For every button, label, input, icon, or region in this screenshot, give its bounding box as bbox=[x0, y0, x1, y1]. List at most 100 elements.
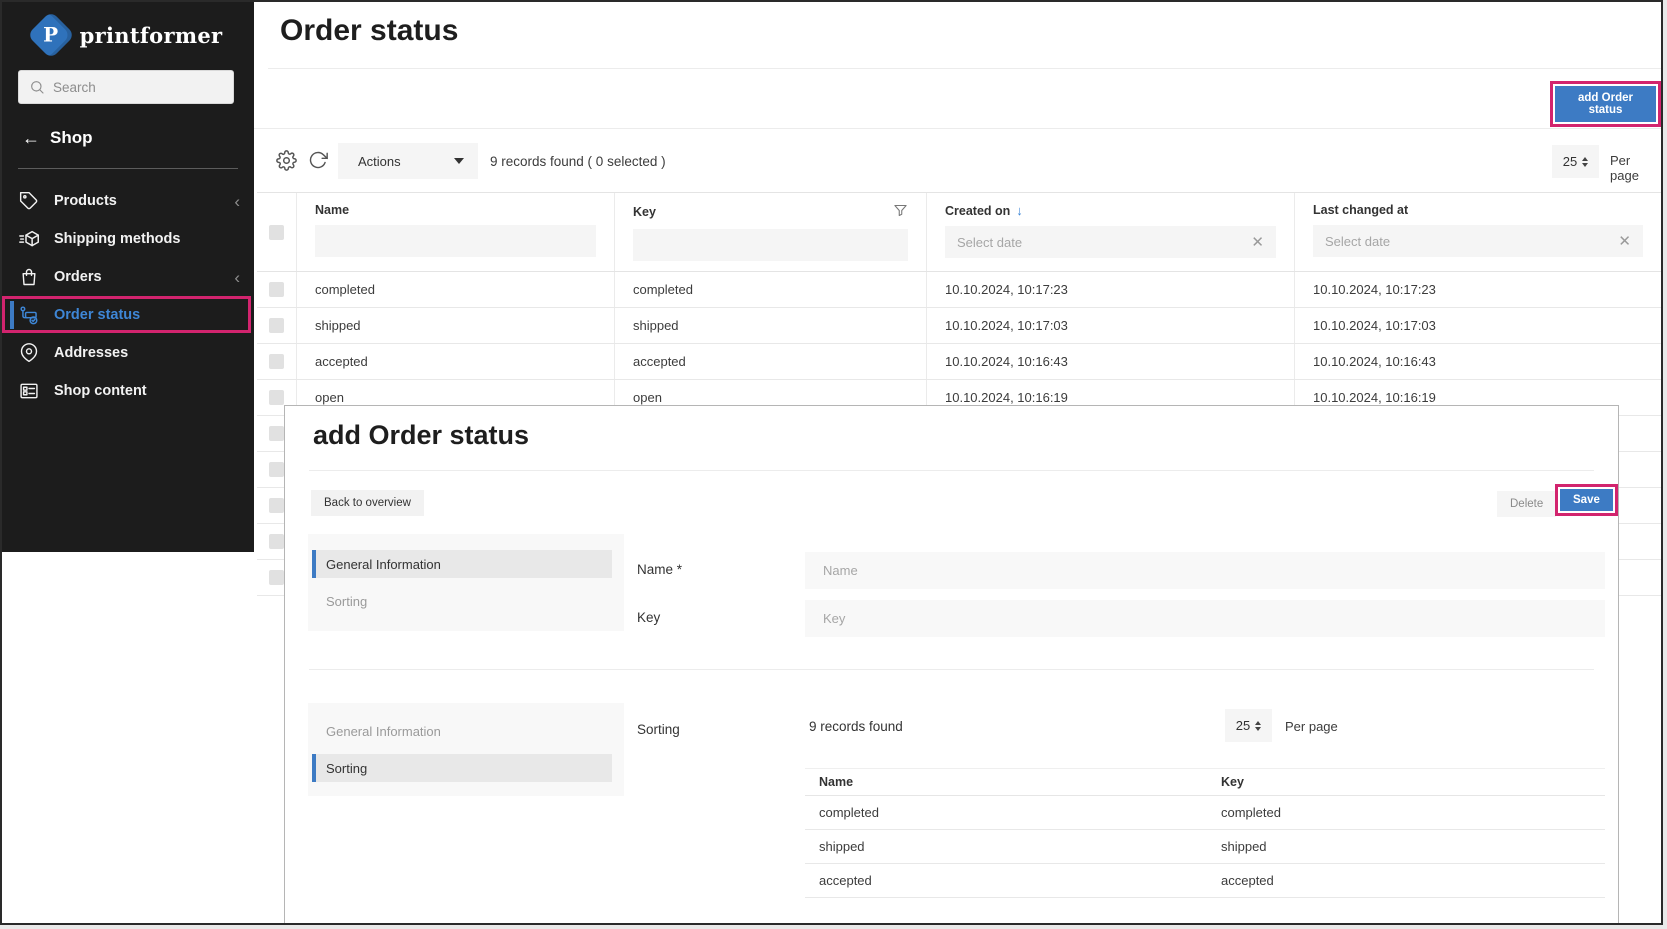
column-header-name: Name bbox=[805, 775, 1207, 789]
back-to-overview-button[interactable]: Back to overview bbox=[311, 490, 424, 516]
sorting-table: Name Key completed completed shipped shi… bbox=[805, 768, 1605, 898]
brand-name: printformer bbox=[80, 23, 223, 48]
sidebar-item-shipping-methods[interactable]: Shipping methods bbox=[2, 220, 254, 258]
sidebar-item-label: Shop content bbox=[54, 383, 147, 399]
sorting-table-row[interactable]: completed completed bbox=[805, 796, 1605, 830]
cell-name: completed bbox=[297, 272, 615, 307]
toolbar-divider bbox=[254, 128, 1661, 129]
sorting-section-nav: General Information Sorting bbox=[308, 703, 624, 796]
cell-name: shipped bbox=[297, 308, 615, 343]
sidebar-item-addresses[interactable]: Addresses bbox=[2, 334, 254, 372]
column-header-key: Key bbox=[1207, 775, 1605, 789]
modal-section-divider bbox=[309, 669, 1594, 670]
sidebar-back-shop[interactable]: ← Shop bbox=[22, 124, 93, 152]
table-header-row: Name Key Created on ↓ ✕ Last changed a bbox=[257, 192, 1661, 272]
cell-created-on: 10.10.2024, 10:16:43 bbox=[927, 344, 1295, 379]
save-button[interactable]: Save bbox=[1560, 489, 1613, 511]
row-checkbox[interactable] bbox=[269, 390, 284, 405]
sidebar-item-order-status[interactable]: Order status bbox=[2, 296, 254, 334]
gear-icon[interactable] bbox=[276, 150, 298, 172]
sidebar-item-shop-content[interactable]: Shop content bbox=[2, 372, 254, 410]
sidebar-search bbox=[18, 70, 234, 104]
row-checkbox[interactable] bbox=[269, 534, 284, 549]
sidebar-item-label: Orders bbox=[54, 269, 102, 285]
nav-item-sorting[interactable]: Sorting bbox=[312, 754, 612, 782]
column-header-last-changed: Last changed at bbox=[1313, 203, 1408, 217]
delete-button[interactable]: Delete bbox=[1497, 491, 1556, 517]
row-checkbox[interactable] bbox=[269, 570, 284, 585]
per-page-label: Per page bbox=[1285, 719, 1338, 734]
chevron-left-icon: ‹ bbox=[234, 193, 240, 210]
column-header-name: Name bbox=[315, 203, 349, 217]
cell-key: shipped bbox=[615, 308, 927, 343]
cell-name: shipped bbox=[805, 839, 1207, 854]
sidebar: P printformer ← Shop Products ‹ Shipping… bbox=[2, 2, 254, 552]
table-row[interactable]: accepted accepted 10.10.2024, 10:16:43 1… bbox=[257, 344, 1661, 380]
clear-date-icon[interactable]: ✕ bbox=[1618, 234, 1631, 249]
sidebar-item-orders[interactable]: Orders ‹ bbox=[2, 258, 254, 296]
sidebar-item-label: Products bbox=[54, 193, 117, 209]
sort-descending-icon[interactable]: ↓ bbox=[1016, 203, 1023, 218]
name-filter-input[interactable] bbox=[315, 225, 596, 257]
row-checkbox[interactable] bbox=[269, 282, 284, 297]
select-all-checkbox[interactable] bbox=[269, 225, 284, 240]
row-checkbox[interactable] bbox=[269, 426, 284, 441]
nav-item-sorting[interactable]: Sorting bbox=[312, 587, 612, 615]
cell-key: accepted bbox=[1207, 873, 1605, 888]
cell-name: completed bbox=[805, 805, 1207, 820]
row-checkbox[interactable] bbox=[269, 354, 284, 369]
sidebar-section-label: Shop bbox=[50, 128, 93, 148]
search-input[interactable] bbox=[53, 80, 223, 95]
cell-name: accepted bbox=[805, 873, 1207, 888]
created-on-date-input[interactable] bbox=[957, 235, 1251, 250]
chevron-down-icon bbox=[454, 158, 464, 164]
cell-key: accepted bbox=[615, 344, 927, 379]
sorting-per-page-select[interactable]: 25 bbox=[1225, 709, 1272, 742]
back-arrow-icon: ← bbox=[22, 128, 40, 149]
stepper-icon bbox=[1255, 721, 1261, 731]
key-filter-input[interactable] bbox=[633, 229, 908, 261]
sidebar-nav: Products ‹ Shipping methods Orders ‹ Ord… bbox=[2, 182, 254, 410]
column-header-created-on: Created on bbox=[945, 204, 1010, 218]
sorting-table-row[interactable]: accepted accepted bbox=[805, 864, 1605, 898]
table-row[interactable]: completed completed 10.10.2024, 10:17:23… bbox=[257, 272, 1661, 308]
per-page-select[interactable]: 25 bbox=[1552, 145, 1599, 178]
brand-logo[interactable]: P printformer bbox=[2, 12, 254, 58]
sidebar-item-products[interactable]: Products ‹ bbox=[2, 182, 254, 220]
nav-item-general-information[interactable]: General Information bbox=[312, 550, 612, 578]
sidebar-divider bbox=[18, 168, 238, 169]
key-field-input[interactable] bbox=[805, 600, 1605, 637]
shopping-bag-icon bbox=[18, 266, 40, 288]
nav-item-general-information[interactable]: General Information bbox=[312, 717, 612, 745]
annotation-add-button-highlight: add Order status bbox=[1550, 81, 1661, 127]
page-title: Order status bbox=[280, 14, 458, 48]
filter-funnel-icon[interactable] bbox=[893, 203, 908, 221]
modal-title: add Order status bbox=[313, 420, 529, 451]
row-checkbox[interactable] bbox=[269, 498, 284, 513]
row-checkbox[interactable] bbox=[269, 318, 284, 333]
refresh-icon[interactable] bbox=[308, 150, 330, 172]
header-divider bbox=[268, 68, 1661, 69]
cell-last-changed: 10.10.2024, 10:16:43 bbox=[1295, 344, 1661, 379]
shipping-icon bbox=[18, 228, 40, 250]
app-window: P printformer ← Shop Products ‹ Shipping… bbox=[0, 0, 1663, 925]
clear-date-icon[interactable]: ✕ bbox=[1251, 235, 1264, 250]
name-field-input[interactable] bbox=[805, 552, 1605, 589]
sorting-label: Sorting bbox=[637, 722, 680, 737]
tag-icon bbox=[18, 190, 40, 212]
per-page-value: 25 bbox=[1563, 154, 1577, 169]
table-row[interactable]: shipped shipped 10.10.2024, 10:17:03 10.… bbox=[257, 308, 1661, 344]
sidebar-item-label: Addresses bbox=[54, 345, 128, 361]
sidebar-item-label: Order status bbox=[54, 307, 140, 323]
last-changed-date-input[interactable] bbox=[1325, 234, 1618, 249]
cell-last-changed: 10.10.2024, 10:17:03 bbox=[1295, 308, 1661, 343]
stepper-icon bbox=[1582, 157, 1588, 167]
row-checkbox[interactable] bbox=[269, 462, 284, 477]
per-page-value: 25 bbox=[1236, 718, 1250, 733]
cell-created-on: 10.10.2024, 10:17:03 bbox=[927, 308, 1295, 343]
actions-dropdown[interactable]: Actions bbox=[338, 143, 478, 179]
add-order-status-button[interactable]: add Order status bbox=[1555, 86, 1656, 122]
cell-name: accepted bbox=[297, 344, 615, 379]
column-header-key: Key bbox=[633, 205, 656, 219]
sorting-table-row[interactable]: shipped shipped bbox=[805, 830, 1605, 864]
